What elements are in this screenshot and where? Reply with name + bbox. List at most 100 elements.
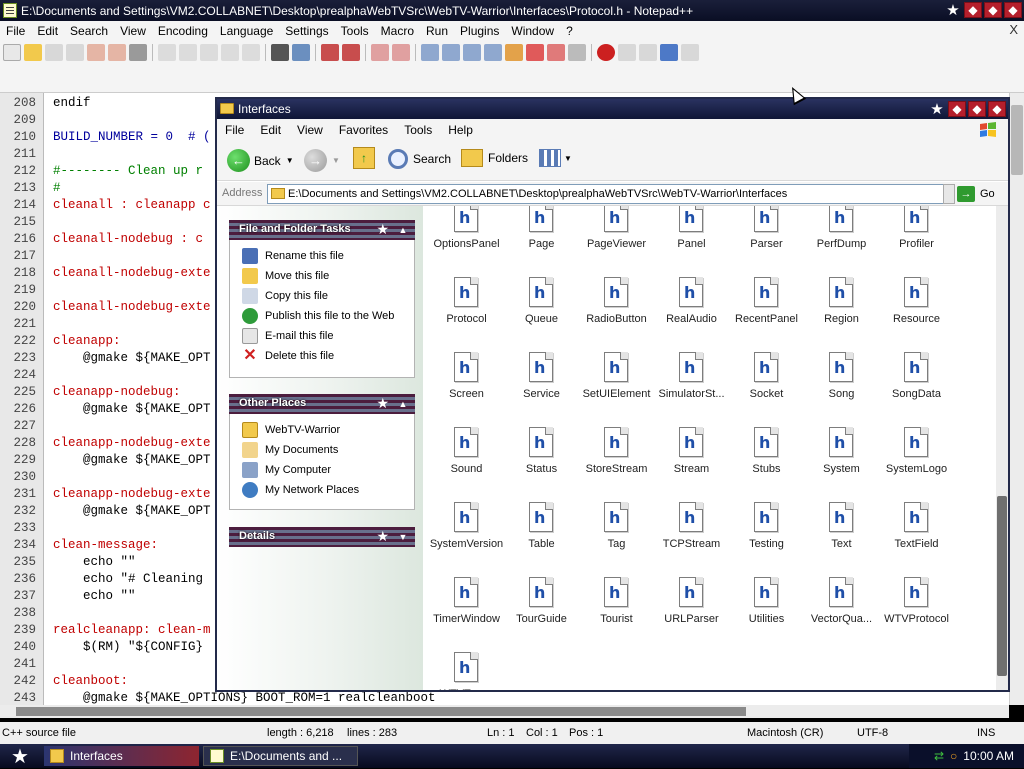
header-file-item[interactable]: h SystemLogo: [879, 401, 954, 475]
email-file-link[interactable]: E-mail this file: [242, 328, 333, 344]
menu-encoding[interactable]: Encoding: [152, 24, 214, 38]
header-file-item[interactable]: h Text: [804, 476, 879, 550]
header-file-item[interactable]: h SystemVersion: [429, 476, 504, 550]
header-file-item[interactable]: h Song: [804, 326, 879, 400]
header-file-item[interactable]: h TourGuide: [504, 551, 579, 625]
code-line[interactable]: cleanall-nodebug : c: [53, 231, 223, 248]
forward-button[interactable]: → ▼: [304, 149, 340, 172]
menu-edit[interactable]: Edit: [31, 24, 64, 38]
header-file-item[interactable]: h Service: [504, 326, 579, 400]
folder-workspace-icon[interactable]: [547, 44, 565, 61]
explorer-menu-view[interactable]: View: [289, 123, 331, 137]
search-tray-icon[interactable]: ○: [950, 749, 957, 763]
chevron-up-icon[interactable]: ▲: [395, 396, 411, 412]
cut-icon[interactable]: [158, 44, 176, 61]
chevron-up-icon[interactable]: ▲: [395, 222, 411, 238]
save-icon[interactable]: [45, 44, 63, 61]
views-button[interactable]: ▼: [539, 149, 572, 167]
delete-file-link[interactable]: ✕ Delete this file: [242, 348, 334, 364]
npp-document-close-button[interactable]: X: [1009, 22, 1018, 37]
scrollbar-thumb[interactable]: [1011, 105, 1023, 175]
header-file-item[interactable]: h StoreStream: [579, 401, 654, 475]
menu-macro[interactable]: Macro: [375, 24, 420, 38]
npp-close-button[interactable]: ◆: [1004, 2, 1022, 18]
user-lang-icon[interactable]: [484, 44, 502, 61]
place-my-computer[interactable]: My Computer: [242, 462, 331, 478]
header-file-item[interactable]: h RecentPanel: [729, 251, 804, 325]
record-macro-icon[interactable]: [597, 44, 615, 61]
code-line[interactable]: [53, 520, 223, 537]
code-line[interactable]: cleanapp-nodebug-exte: [53, 435, 223, 452]
editor-vertical-scrollbar[interactable]: [1009, 93, 1024, 705]
zoom-out-icon[interactable]: [342, 44, 360, 61]
menu-file[interactable]: File: [0, 24, 31, 38]
header-file-item[interactable]: h PerfDump: [804, 206, 879, 250]
menu-settings[interactable]: Settings: [279, 24, 334, 38]
code-line[interactable]: @gmake ${MAKE_OPT: [53, 401, 223, 418]
explorer-menu-file[interactable]: File: [217, 123, 252, 137]
code-line[interactable]: @gmake ${MAKE_OPT: [53, 452, 223, 469]
code-line[interactable]: [53, 146, 223, 163]
code-line[interactable]: $(RM) "${CONFIG}: [53, 639, 223, 656]
code-line[interactable]: echo "": [53, 588, 223, 605]
go-button[interactable]: → Go: [957, 184, 995, 204]
code-line[interactable]: realcleanapp: clean-m: [53, 622, 223, 639]
code-line[interactable]: [53, 605, 223, 622]
code-line[interactable]: BUILD_NUMBER = 0 # (: [53, 129, 223, 146]
redo-icon[interactable]: [242, 44, 260, 61]
copy-icon[interactable]: [179, 44, 197, 61]
code-line[interactable]: @gmake ${MAKE_OPT: [53, 503, 223, 520]
code-line[interactable]: cleanapp:: [53, 333, 223, 350]
code-line[interactable]: [53, 469, 223, 486]
menu-window[interactable]: Window: [505, 24, 560, 38]
task-notepadpp[interactable]: E:\Documents and ...: [203, 746, 358, 766]
header-file-item[interactable]: h URLParser: [654, 551, 729, 625]
code-line[interactable]: [53, 282, 223, 299]
replace-icon[interactable]: [292, 44, 310, 61]
code-line[interactable]: #: [53, 180, 223, 197]
header-file-item[interactable]: h Socket: [729, 326, 804, 400]
code-line[interactable]: cleanboot:: [53, 673, 223, 690]
header-file-item[interactable]: h PageViewer: [579, 206, 654, 250]
address-input[interactable]: E:\Documents and Settings\VM2.COLLABNET\…: [267, 184, 944, 204]
header-file-item[interactable]: h Table: [504, 476, 579, 550]
back-button[interactable]: ← Back ▼: [227, 149, 294, 172]
explorer-menu-favorites[interactable]: Favorites: [331, 123, 396, 137]
menu-tools[interactable]: Tools: [335, 24, 375, 38]
function-list-icon[interactable]: [526, 44, 544, 61]
code-line[interactable]: echo "# Cleaning: [53, 571, 223, 588]
save-all-icon[interactable]: [66, 44, 84, 61]
menu-help[interactable]: ?: [560, 24, 579, 38]
scrollbar-thumb[interactable]: [997, 496, 1007, 676]
code-line[interactable]: @gmake ${MAKE_OPT: [53, 350, 223, 367]
explorer-menu-tools[interactable]: Tools: [396, 123, 440, 137]
npp-minimize-button[interactable]: ◆: [964, 2, 982, 18]
explorer-menu-help[interactable]: Help: [440, 123, 481, 137]
indent-guide-icon[interactable]: [463, 44, 481, 61]
code-line[interactable]: [53, 214, 223, 231]
code-line[interactable]: cleanall-nodebug-exte: [53, 299, 223, 316]
header-file-item[interactable]: h TCPStream: [654, 476, 729, 550]
code-line[interactable]: [53, 316, 223, 333]
stop-macro-icon[interactable]: [618, 44, 636, 61]
sync-vertical-icon[interactable]: [371, 44, 389, 61]
explorer-close-button[interactable]: ◆: [988, 101, 1006, 117]
save-macro-icon[interactable]: [681, 44, 699, 61]
header-file-item[interactable]: h Protocol: [429, 251, 504, 325]
details-header[interactable]: Details ★ ▼: [229, 527, 415, 547]
header-file-item[interactable]: h Status: [504, 401, 579, 475]
code-line[interactable]: [53, 112, 223, 129]
open-file-icon[interactable]: [24, 44, 42, 61]
header-file-item[interactable]: h Sound: [429, 401, 504, 475]
undo-icon[interactable]: [221, 44, 239, 61]
folders-button[interactable]: Folders: [461, 149, 528, 167]
menu-language[interactable]: Language: [214, 24, 279, 38]
start-button[interactable]: ★: [0, 744, 40, 768]
code-line[interactable]: echo "": [53, 554, 223, 571]
code-line[interactable]: clean-message:: [53, 537, 223, 554]
scrollbar-thumb[interactable]: [16, 707, 746, 716]
menu-search[interactable]: Search: [64, 24, 114, 38]
header-file-item[interactable]: h TextField: [879, 476, 954, 550]
show-all-chars-icon[interactable]: [442, 44, 460, 61]
paste-icon[interactable]: [200, 44, 218, 61]
